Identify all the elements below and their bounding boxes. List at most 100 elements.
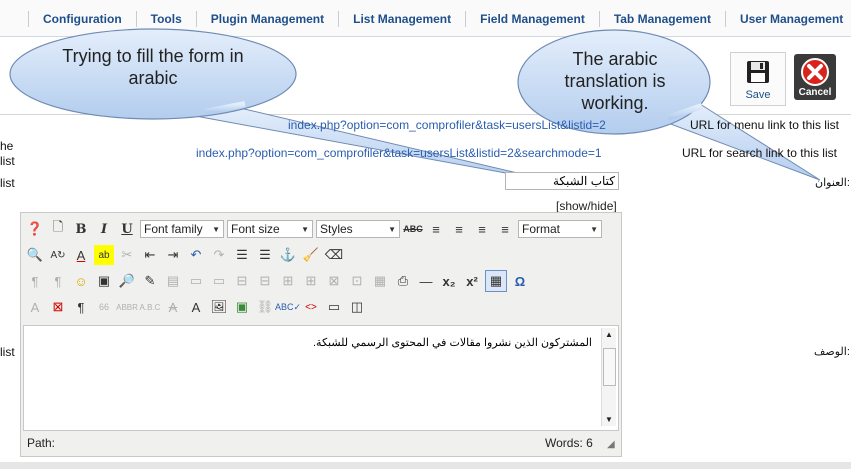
print-icon[interactable]: ⎙: [393, 271, 413, 291]
replace-icon[interactable]: A↻: [48, 245, 68, 265]
search-url-label: URL for search link to this list: [682, 146, 837, 160]
align-justify-icon[interactable]: ≡: [495, 219, 515, 239]
help-icon[interactable]: ❓: [25, 219, 45, 239]
scroll-thumb[interactable]: [603, 348, 616, 386]
fullscreen-icon[interactable]: ▭: [324, 297, 344, 317]
numbered-list-icon[interactable]: ☰: [232, 245, 252, 265]
horizontal-rule-icon[interactable]: —: [416, 271, 436, 291]
title-input[interactable]: [505, 172, 619, 190]
superscript-icon[interactable]: x²: [462, 271, 482, 291]
nav-tools[interactable]: Tools: [135, 11, 196, 27]
bold-icon[interactable]: B: [71, 219, 91, 239]
cancel-button[interactable]: Cancel: [792, 52, 838, 104]
nav-list-management[interactable]: List Management: [338, 11, 465, 27]
path-label: Path:: [27, 436, 56, 450]
row-label-cut: list: [0, 345, 15, 359]
row-label-cut: list: [0, 154, 15, 168]
cleanup-icon[interactable]: 🧹: [301, 245, 321, 265]
styleprops-icon[interactable]: A: [25, 297, 45, 317]
scroll-down-icon[interactable]: ▼: [605, 415, 613, 424]
edit-image-icon[interactable]: ✎: [140, 271, 160, 291]
italic-icon[interactable]: I: [94, 219, 114, 239]
toggle-panel-icon[interactable]: ◫: [347, 297, 367, 317]
font-color-icon[interactable]: A: [71, 245, 91, 265]
nav-field-management[interactable]: Field Management: [465, 11, 599, 27]
table-icon[interactable]: ▭: [186, 271, 206, 291]
nav-menu: Configuration Tools Plugin Management Li…: [0, 10, 851, 28]
save-button[interactable]: Save: [730, 52, 786, 106]
editor-scrollbar[interactable]: ▲ ▼: [601, 328, 616, 426]
format-select[interactable]: Format ▼: [518, 220, 602, 238]
anchor-icon[interactable]: ⚓: [278, 245, 298, 265]
styles-value: Styles: [320, 222, 353, 236]
editor-toolbar-row-1: ❓ 🗋 B I U Font family ▼ Font size ▼ Styles…: [25, 217, 605, 241]
emoticon-icon[interactable]: ☺: [71, 271, 91, 291]
visual-aid-icon[interactable]: ▦: [485, 270, 507, 292]
template-icon[interactable]: ▤: [163, 271, 183, 291]
insert-col-icon[interactable]: ⊞: [278, 271, 298, 291]
resize-handle-icon[interactable]: ◢: [607, 439, 615, 450]
split-cells-icon[interactable]: ⊡: [347, 271, 367, 291]
unlink-icon[interactable]: ✂: [117, 245, 137, 265]
merge-cells-icon[interactable]: ⊠: [324, 271, 344, 291]
editor-toolbar-row-2: 🔍 A↻ A ab ✂ ⇤ ⇥ ↶ ↷ ☰ ☰ ⚓ 🧹 ⌫: [25, 243, 347, 267]
redo-icon[interactable]: ↷: [209, 245, 229, 265]
cancel-label: Cancel: [798, 87, 832, 98]
delete-row-icon[interactable]: ⊟: [255, 271, 275, 291]
editor-toolbar-row-3: ¶ ¶ ☺ ▣ 🔎 ✎ ▤ ▭ ▭ ⊟ ⊟ ⊞ ⊞ ⊠ ⊡ ▦ ⎙ — x₂ x…: [25, 269, 533, 293]
media-icon[interactable]: ▣: [94, 271, 114, 291]
background-color-icon[interactable]: ab: [94, 245, 114, 265]
outdent-icon[interactable]: ⇤: [140, 245, 160, 265]
link-icon[interactable]: ⛓: [255, 297, 275, 317]
row-label-cut: list: [0, 176, 15, 190]
pilcrow-icon[interactable]: ¶: [71, 297, 91, 317]
del-icon[interactable]: A: [163, 297, 183, 317]
underline-icon[interactable]: U: [117, 219, 137, 239]
nonbreaking-icon[interactable]: ⊠: [48, 297, 68, 317]
strikethrough-icon[interactable]: ABC: [403, 219, 423, 239]
undo-icon[interactable]: ↶: [186, 245, 206, 265]
search-url-value: index.php?option=com_comprofiler&task=us…: [196, 146, 602, 160]
scroll-up-icon[interactable]: ▲: [605, 330, 613, 339]
editor-content-area[interactable]: المشتركون الذين نشروا مقالات في المحتوى …: [23, 325, 619, 431]
font-family-select[interactable]: Font family ▼: [140, 220, 224, 238]
font-size-select[interactable]: Font size ▼: [227, 220, 313, 238]
align-center-icon[interactable]: ≡: [449, 219, 469, 239]
layer-icon[interactable]: ▦: [370, 271, 390, 291]
nav-configuration[interactable]: Configuration: [28, 11, 136, 27]
nav-tab-management[interactable]: Tab Management: [598, 11, 725, 27]
eraser-icon[interactable]: ⌫: [324, 245, 344, 265]
right-callout-text: The arabic translation is working.: [564, 49, 666, 113]
subscript-icon[interactable]: x₂: [439, 271, 459, 291]
save-label: Save: [745, 89, 771, 101]
insert-row-icon[interactable]: ⊟: [232, 271, 252, 291]
align-left-icon[interactable]: ≡: [426, 219, 446, 239]
new-document-icon[interactable]: 🗋: [48, 219, 68, 239]
indent-icon[interactable]: ⇥: [163, 245, 183, 265]
nav-plugin-management[interactable]: Plugin Management: [195, 11, 338, 27]
chevron-down-icon: ▼: [212, 224, 220, 234]
abbr-icon[interactable]: ABBR: [116, 297, 138, 317]
description-label: الوصف:: [814, 346, 850, 358]
spellcheck-icon[interactable]: ABC✓: [275, 297, 301, 317]
chevron-down-icon: ▼: [301, 224, 309, 234]
bullet-list-icon[interactable]: ☰: [255, 245, 275, 265]
ltr-icon[interactable]: ¶: [25, 271, 45, 291]
preview-icon[interactable]: 🔎: [117, 271, 137, 291]
nav-user-management[interactable]: User Management: [724, 11, 851, 27]
cite-icon[interactable]: 66: [94, 297, 114, 317]
insert-image-icon[interactable]: 🖼: [209, 297, 229, 317]
table-row-icon[interactable]: ▭: [209, 271, 229, 291]
ins-icon[interactable]: A: [186, 297, 206, 317]
styles-select[interactable]: Styles ▼: [316, 220, 400, 238]
rtl-icon[interactable]: ¶: [48, 271, 68, 291]
html-source-icon[interactable]: <>: [301, 297, 321, 317]
special-char-icon[interactable]: Ω: [510, 271, 530, 291]
image-manager-icon[interactable]: ▣: [232, 297, 252, 317]
floppy-disk-icon: [747, 61, 769, 83]
show-hide-link[interactable]: [show/hide]: [556, 199, 617, 213]
acronym-icon[interactable]: A.B.C: [140, 297, 161, 317]
find-icon[interactable]: 🔍: [25, 245, 45, 265]
delete-col-icon[interactable]: ⊞: [301, 271, 321, 291]
align-right-icon[interactable]: ≡: [472, 219, 492, 239]
